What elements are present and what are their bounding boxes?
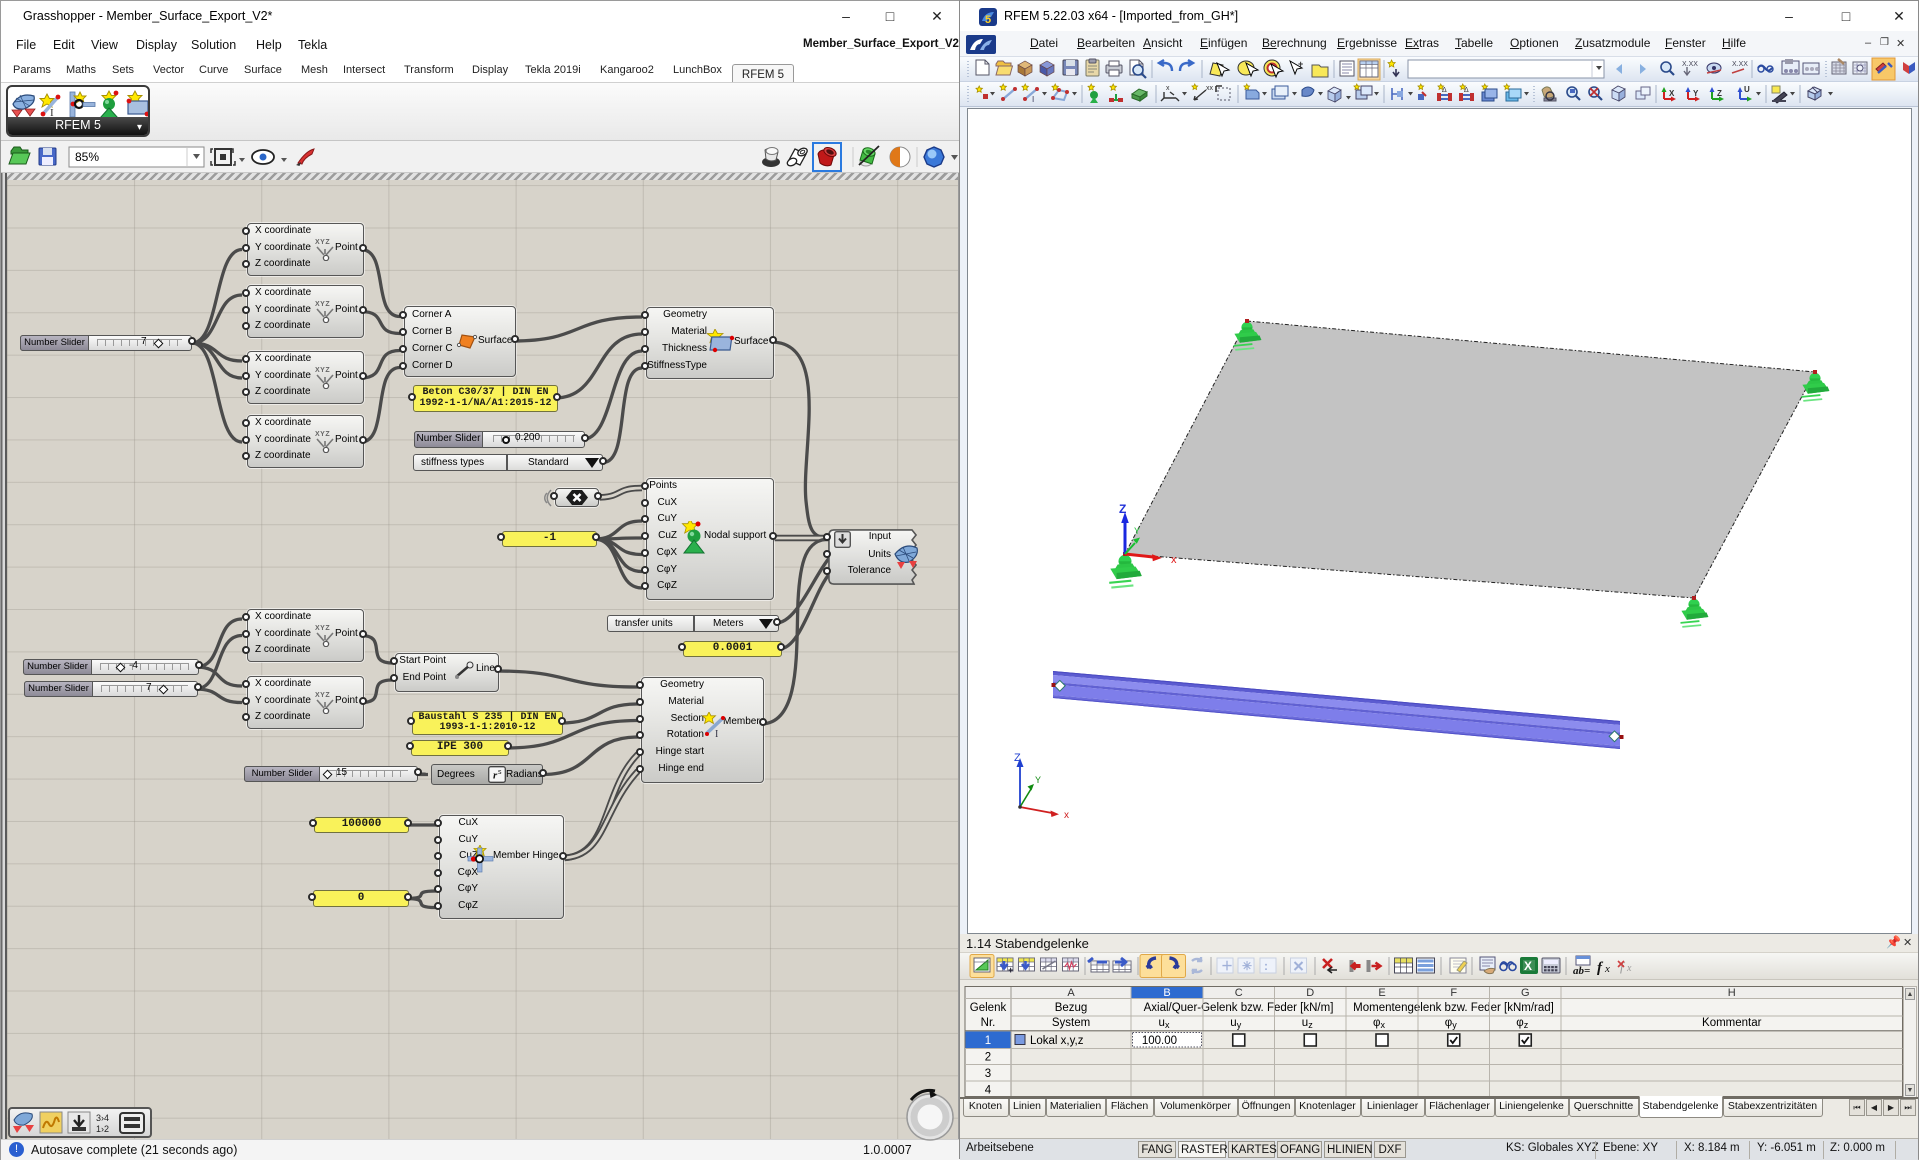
svg-text:Bezug: Bezug [1055, 1002, 1088, 1014]
svg-text:1›2: 1›2 [96, 1124, 109, 1134]
svg-text:x: x [1166, 85, 1170, 92]
svg-text:X: X [1669, 89, 1675, 98]
svg-text:Z: Z [1717, 89, 1722, 98]
svg-text:3›4: 3›4 [96, 1113, 109, 1123]
svg-text:100.00: 100.00 [1142, 1035, 1177, 1047]
svg-text:X: X [1524, 959, 1532, 973]
svg-text:G: G [1521, 987, 1530, 999]
svg-text:I: I [715, 729, 718, 739]
svg-text:I: I [1032, 95, 1034, 104]
svg-text:D: D [1306, 987, 1314, 999]
svg-text:ab=: ab= [1573, 965, 1590, 977]
svg-text:s: s [498, 769, 502, 776]
svg-text:A: A [1067, 987, 1075, 999]
svg-text:x: x [1064, 810, 1069, 821]
svg-text:Momentengelenk bzw. Feder [kNm: Momentengelenk bzw. Feder [kNm/rad] [1353, 1002, 1554, 1014]
svg-text:＋: ＋ [1221, 959, 1233, 973]
svg-text:X.XX: X.XX [1682, 61, 1698, 68]
svg-text:x: x [1604, 963, 1610, 975]
svg-text:E: E [1378, 987, 1385, 999]
svg-text:Axial/Quer-Gelenk bzw. Feder [: Axial/Quer-Gelenk bzw. Feder [kN/m] [1144, 1002, 1334, 1014]
svg-text:+: + [1008, 965, 1013, 975]
svg-text:2: 2 [985, 1052, 991, 1064]
svg-text:H: H [1728, 987, 1736, 999]
svg-text::: : [1264, 959, 1268, 973]
svg-text:5: 5 [985, 14, 991, 26]
svg-text:Z: Z [1014, 752, 1021, 764]
svg-text:Gelenk: Gelenk [970, 1002, 1007, 1014]
svg-text:Y: Y [1134, 526, 1140, 536]
svg-text:Y: Y [1035, 775, 1041, 785]
svg-text:✳: ✳ [1242, 959, 1252, 973]
svg-text:Δ: Δ [1442, 87, 1447, 94]
svg-text:Y: Y [1693, 89, 1699, 98]
svg-text:C: C [1235, 987, 1243, 999]
svg-text:F: F [1450, 987, 1457, 999]
svg-text:U: U [1744, 85, 1750, 94]
svg-text:Nr.: Nr. [981, 1017, 996, 1029]
svg-text:f: f [1597, 960, 1604, 976]
svg-text:Lokal x,y,z: Lokal x,y,z [1030, 1035, 1084, 1047]
svg-text:x: x [1171, 554, 1177, 566]
svg-text:X.XX: X.XX [1732, 61, 1748, 68]
svg-text:x: x [1626, 963, 1632, 974]
svg-text:Z: Z [1119, 502, 1126, 516]
svg-text:1: 1 [985, 1035, 991, 1047]
svg-text:3: 3 [985, 1068, 991, 1080]
svg-text:B: B [1163, 987, 1170, 999]
svg-text:Kommentar: Kommentar [1702, 1017, 1762, 1029]
svg-text:Δ: Δ [1464, 87, 1469, 94]
svg-text:System: System [1052, 1017, 1090, 1029]
svg-text:+: + [1298, 59, 1303, 69]
svg-text:xx: xx [1206, 85, 1214, 92]
svg-text:4: 4 [985, 1084, 992, 1096]
